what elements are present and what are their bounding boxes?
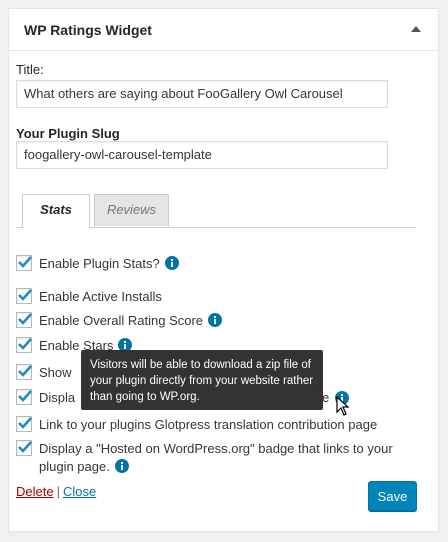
- option-hosted-badge: Display a "Hosted on WordPress.org" badg…: [16, 440, 406, 476]
- option-glotpress-link: Link to your plugins Glotpress translati…: [16, 416, 377, 434]
- plugin-slug-input[interactable]: foogallery-owl-carousel-template: [16, 141, 388, 169]
- enable-plugin-stats-checkbox[interactable]: [16, 255, 32, 271]
- widget-header[interactable]: WP Ratings Widget: [9, 9, 438, 51]
- checkmark-icon: [18, 365, 32, 377]
- checkmark-icon: [18, 417, 32, 429]
- plugin-slug-label: Your Plugin Slug: [16, 126, 120, 141]
- option-enable-active-installs: Enable Active Installs: [16, 288, 162, 306]
- enable-overall-rating-label: Enable Overall Rating Score: [39, 312, 223, 330]
- checkmark-icon: [18, 390, 32, 402]
- option-enable-plugin-stats: Enable Plugin Stats?: [16, 255, 179, 273]
- tooltip: Visitors will be able to download a zip …: [81, 350, 323, 410]
- tab-bar: Stats Reviews: [16, 194, 416, 228]
- display-download-label: Displa: [39, 390, 76, 405]
- glotpress-link-checkbox[interactable]: [16, 416, 32, 432]
- info-icon[interactable]: [164, 256, 179, 270]
- hosted-badge-checkbox[interactable]: [16, 440, 32, 456]
- info-icon[interactable]: [114, 459, 129, 473]
- checkmark-icon: [18, 313, 32, 325]
- checkmark-icon: [18, 338, 32, 350]
- option-display-download: Displa: [16, 389, 75, 407]
- save-button[interactable]: Save: [368, 481, 417, 511]
- collapse-toggle[interactable]: [404, 17, 428, 41]
- enable-active-installs-label: Enable Active Installs: [39, 289, 162, 304]
- info-icon[interactable]: [208, 313, 223, 327]
- option-show: Show: [16, 364, 72, 382]
- option-enable-overall-rating: Enable Overall Rating Score: [16, 312, 223, 330]
- display-download-checkbox[interactable]: [16, 389, 32, 405]
- show-label: Show: [39, 365, 72, 380]
- widget-footer-links: Delete | Close: [16, 484, 96, 499]
- tab-reviews[interactable]: Reviews: [94, 194, 169, 226]
- title-label: Title:: [16, 62, 44, 77]
- enable-overall-rating-checkbox[interactable]: [16, 312, 32, 328]
- glotpress-link-label: Link to your plugins Glotpress translati…: [39, 417, 378, 432]
- display-download-label-tail: e: [322, 390, 330, 405]
- hosted-badge-label: Display a "Hosted on WordPress.org" badg…: [39, 441, 393, 474]
- enable-active-installs-checkbox[interactable]: [16, 288, 32, 304]
- delete-link[interactable]: Delete: [16, 484, 54, 499]
- enable-plugin-stats-label: Enable Plugin Stats?: [39, 255, 179, 273]
- mouse-cursor-icon: [336, 396, 350, 416]
- widget-title: WP Ratings Widget: [24, 22, 152, 38]
- show-checkbox[interactable]: [16, 364, 32, 380]
- caret-up-icon: [411, 26, 421, 32]
- enable-stars-checkbox[interactable]: [16, 337, 32, 353]
- close-link[interactable]: Close: [63, 484, 96, 499]
- footer-separator: |: [56, 484, 60, 499]
- tooltip-arrow: [313, 374, 321, 388]
- checkmark-icon: [18, 256, 32, 268]
- checkmark-icon: [18, 289, 32, 301]
- tab-stats[interactable]: Stats: [22, 194, 90, 228]
- title-input[interactable]: What others are saying about FooGallery …: [16, 80, 388, 108]
- checkmark-icon: [18, 441, 32, 453]
